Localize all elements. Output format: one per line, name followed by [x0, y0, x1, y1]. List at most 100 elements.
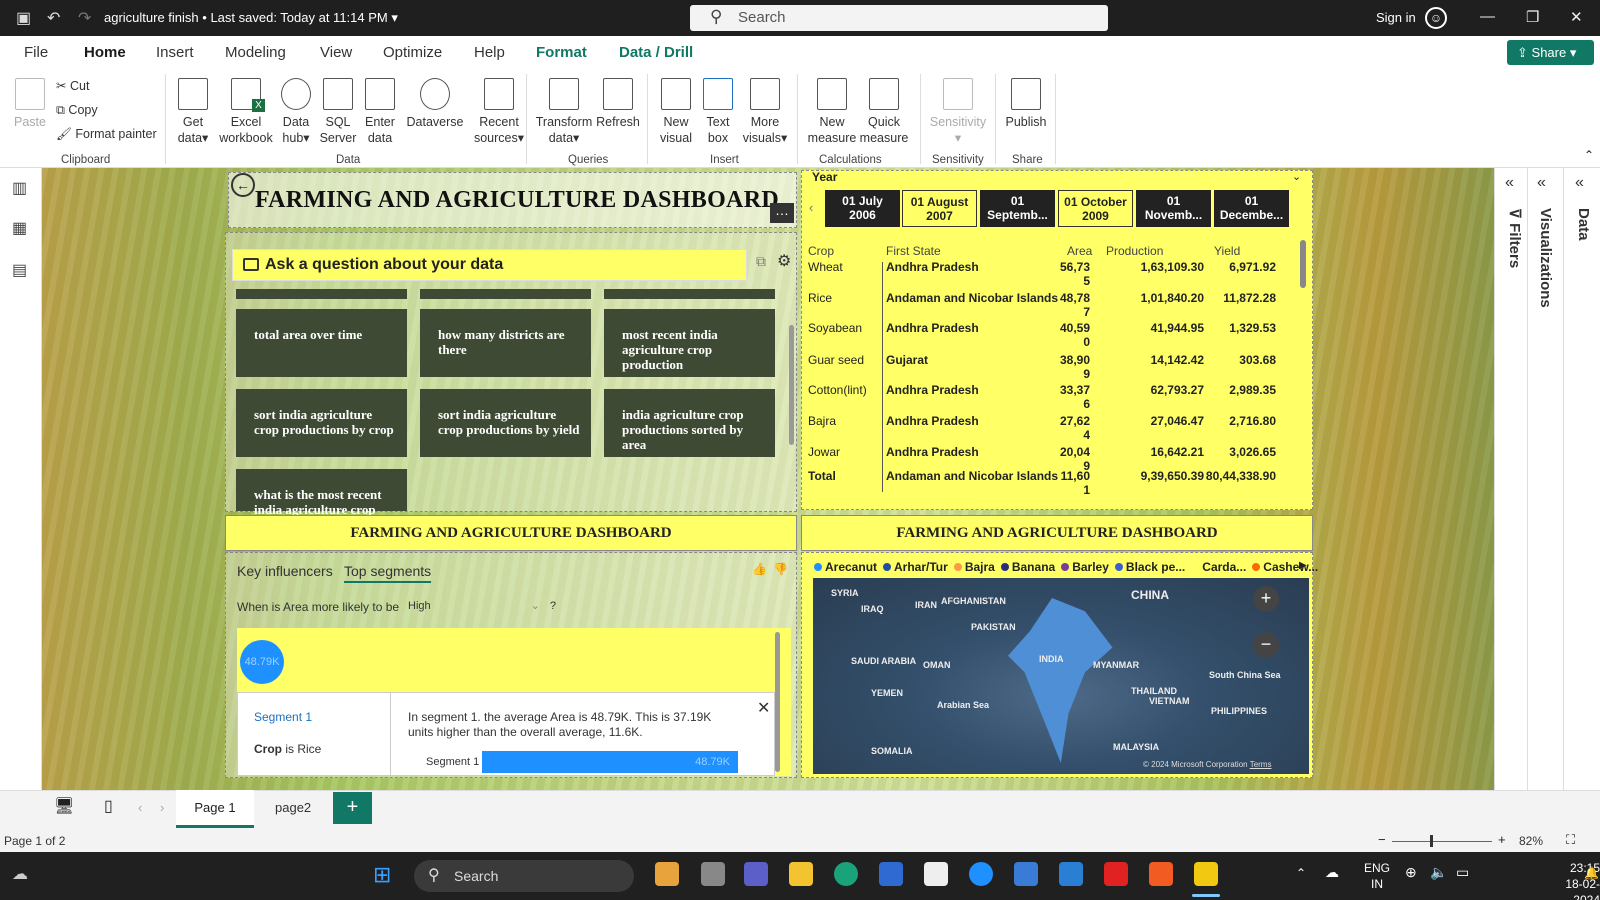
segment-bubble[interactable]: 48.79K: [240, 640, 284, 684]
tab-format[interactable]: Format: [536, 44, 587, 61]
taskbar-search[interactable]: ⚲ Search: [414, 860, 634, 892]
close-icon[interactable]: ✕: [1570, 8, 1583, 26]
tab-file[interactable]: File: [24, 44, 48, 61]
cut-button[interactable]: ✂ Cut: [56, 78, 89, 93]
sql-server-button[interactable]: SQL Server: [318, 78, 358, 146]
data-panel-tab[interactable]: Data: [1575, 208, 1592, 241]
windows-start-icon[interactable]: ⊞: [373, 862, 391, 888]
expand-filters-icon[interactable]: «: [1505, 174, 1514, 192]
report-view-icon[interactable]: ▥: [12, 178, 27, 198]
chevron-down-icon[interactable]: ⌄: [1292, 170, 1301, 183]
qa-suggestion[interactable]: most recent india agriculture crop produ…: [604, 309, 775, 377]
legend-next-icon[interactable]: ▶: [1299, 560, 1307, 571]
text-box-button[interactable]: Text box: [698, 78, 738, 146]
segments-scrollbar[interactable]: [775, 632, 780, 772]
restore-icon[interactable]: ❐: [1526, 8, 1539, 26]
visualizations-panel-tab[interactable]: Visualizations: [1537, 208, 1554, 308]
column-header[interactable]: Production: [1106, 244, 1163, 258]
tab-insert[interactable]: Insert: [156, 44, 194, 61]
chevron-left-icon[interactable]: ‹: [138, 800, 142, 815]
tab-home[interactable]: Home: [84, 44, 126, 71]
qa-suggestion[interactable]: how many districts are there: [420, 309, 591, 377]
expand-visualizations-icon[interactable]: «: [1537, 174, 1546, 192]
year-slicer-item[interactable]: 01 August 2007: [902, 190, 977, 227]
excel-workbook-button[interactable]: Excelworkbook: [216, 78, 276, 146]
qa-suggestion[interactable]: sort india agriculture crop productions …: [420, 389, 591, 457]
notification-icon[interactable]: 🔔: [1584, 866, 1599, 880]
tab-data-drill[interactable]: Data / Drill: [619, 44, 693, 61]
zoom-slider[interactable]: [1392, 841, 1492, 842]
chevron-right-icon[interactable]: ›: [160, 800, 164, 815]
qa-suggestion[interactable]: india agriculture crop productions sorte…: [604, 389, 775, 457]
zoom-slider-thumb[interactable]: [1430, 835, 1433, 847]
save-icon[interactable]: ▣: [16, 8, 31, 28]
brave-icon[interactable]: [1149, 862, 1173, 886]
recent-sources-button[interactable]: Recent sources▾: [470, 78, 528, 146]
files-app-icon[interactable]: [655, 862, 679, 886]
tab-modeling[interactable]: Modeling: [225, 44, 286, 61]
model-view-icon[interactable]: ▤: [12, 260, 27, 280]
filters-panel-tab[interactable]: ⊽ Filters: [1505, 208, 1523, 268]
add-page-button[interactable]: +: [333, 792, 372, 824]
network-icon[interactable]: ⊕: [1405, 864, 1417, 881]
zoom-in-icon[interactable]: +: [1498, 832, 1506, 847]
close-icon[interactable]: ✕: [757, 698, 770, 718]
file-explorer-icon[interactable]: [789, 862, 813, 886]
qa-scrollbar[interactable]: [789, 325, 794, 445]
column-header[interactable]: Crop: [808, 244, 834, 258]
tab-key-influencers[interactable]: Key influencers: [237, 563, 333, 579]
qa-visual[interactable]: Ask a question about your data ⧉ ⚙ total…: [225, 232, 797, 517]
chevron-down-icon[interactable]: ▾: [391, 10, 398, 25]
zoom-in-icon[interactable]: +: [1253, 586, 1279, 612]
vscode-icon[interactable]: [1059, 862, 1083, 886]
power-bi-icon[interactable]: [1194, 862, 1218, 886]
expand-data-icon[interactable]: «: [1575, 174, 1584, 192]
legend-item[interactable]: Bajra: [953, 560, 995, 574]
column-header[interactable]: First State: [886, 244, 941, 258]
transform-data-button[interactable]: Transform data▾: [534, 78, 594, 146]
legend-item[interactable]: Banana: [1000, 560, 1055, 574]
sensitivity-button[interactable]: Sensitivity ▾: [926, 78, 990, 146]
year-slicer-item[interactable]: 01 Novemb...: [1136, 190, 1211, 227]
qa-suggestion[interactable]: sort india agriculture crop productions …: [236, 389, 407, 457]
qa-suggestion[interactable]: what is the most recent india agricultur…: [236, 469, 407, 517]
teams-icon[interactable]: [744, 862, 768, 886]
data-hub-button[interactable]: Data hub▾: [276, 78, 316, 146]
minimize-icon[interactable]: —: [1480, 8, 1495, 25]
qa-input[interactable]: Ask a question about your data: [232, 249, 747, 281]
chevron-up-icon[interactable]: ⌃: [1296, 866, 1306, 880]
paste-button[interactable]: Paste: [12, 78, 48, 130]
share-button[interactable]: ⇪ Share ▾: [1507, 40, 1594, 65]
search-input[interactable]: ⚲ Search: [690, 5, 1108, 31]
edge-icon[interactable]: [834, 862, 858, 886]
year-slicer-item[interactable]: 01 October 2009: [1058, 190, 1133, 227]
tab-help[interactable]: Help: [474, 44, 505, 61]
table-view-icon[interactable]: ▦: [12, 218, 27, 238]
volume-icon[interactable]: 🔈: [1430, 864, 1447, 881]
get-data-button[interactable]: Get data▾: [172, 78, 214, 146]
tab-top-segments[interactable]: Top segments: [344, 563, 432, 583]
column-header[interactable]: Area: [1067, 244, 1092, 258]
new-visual-button[interactable]: New visual: [654, 78, 698, 146]
app-icon[interactable]: [879, 862, 903, 886]
title-visual[interactable]: ← FARMING AND AGRICULTURE DASHBOARD …: [228, 172, 797, 228]
publish-button[interactable]: Publish: [1004, 78, 1048, 130]
tab-optimize[interactable]: Optimize: [383, 44, 442, 61]
quick-measure-button[interactable]: Quick measure: [858, 78, 910, 146]
year-slicer-item[interactable]: 01 Septemb...: [980, 190, 1055, 227]
mail-icon[interactable]: [1014, 862, 1038, 886]
desktop-layout-icon[interactable]: 🖥: [54, 796, 74, 816]
tab-view[interactable]: View: [320, 44, 352, 61]
qa-suggestion[interactable]: total area over time: [236, 309, 407, 377]
gear-icon[interactable]: ⚙: [777, 251, 791, 271]
page-tab-2[interactable]: page2: [275, 800, 311, 815]
zoom-level[interactable]: 82%: [1519, 834, 1543, 848]
year-slicer-item[interactable]: 01 July 2006: [825, 190, 900, 227]
page-tab-1[interactable]: Page 1: [176, 790, 254, 828]
legend-item[interactable]: Carda...: [1191, 560, 1246, 574]
legend-item[interactable]: Cashew...: [1252, 560, 1318, 574]
india-region[interactable]: [1008, 598, 1113, 763]
convert-icon[interactable]: ⧉: [756, 253, 766, 270]
format-painter-button[interactable]: 🖌 Format painter: [56, 127, 157, 142]
collapse-ribbon-icon[interactable]: ⌃: [1584, 148, 1594, 162]
